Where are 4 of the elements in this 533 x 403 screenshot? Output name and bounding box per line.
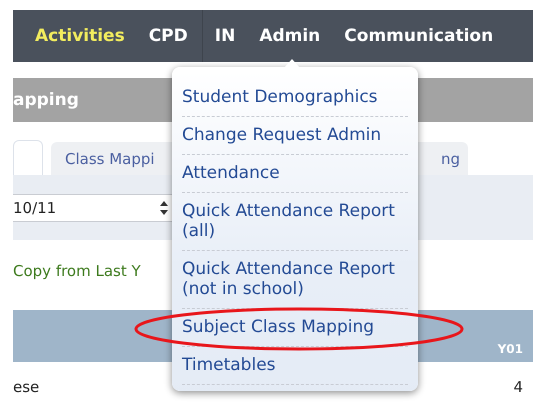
page-title: apping <box>13 90 79 110</box>
column-header: Y01 <box>498 342 523 356</box>
table-cell: 4 <box>513 378 523 396</box>
table-cell: ese <box>13 378 40 396</box>
